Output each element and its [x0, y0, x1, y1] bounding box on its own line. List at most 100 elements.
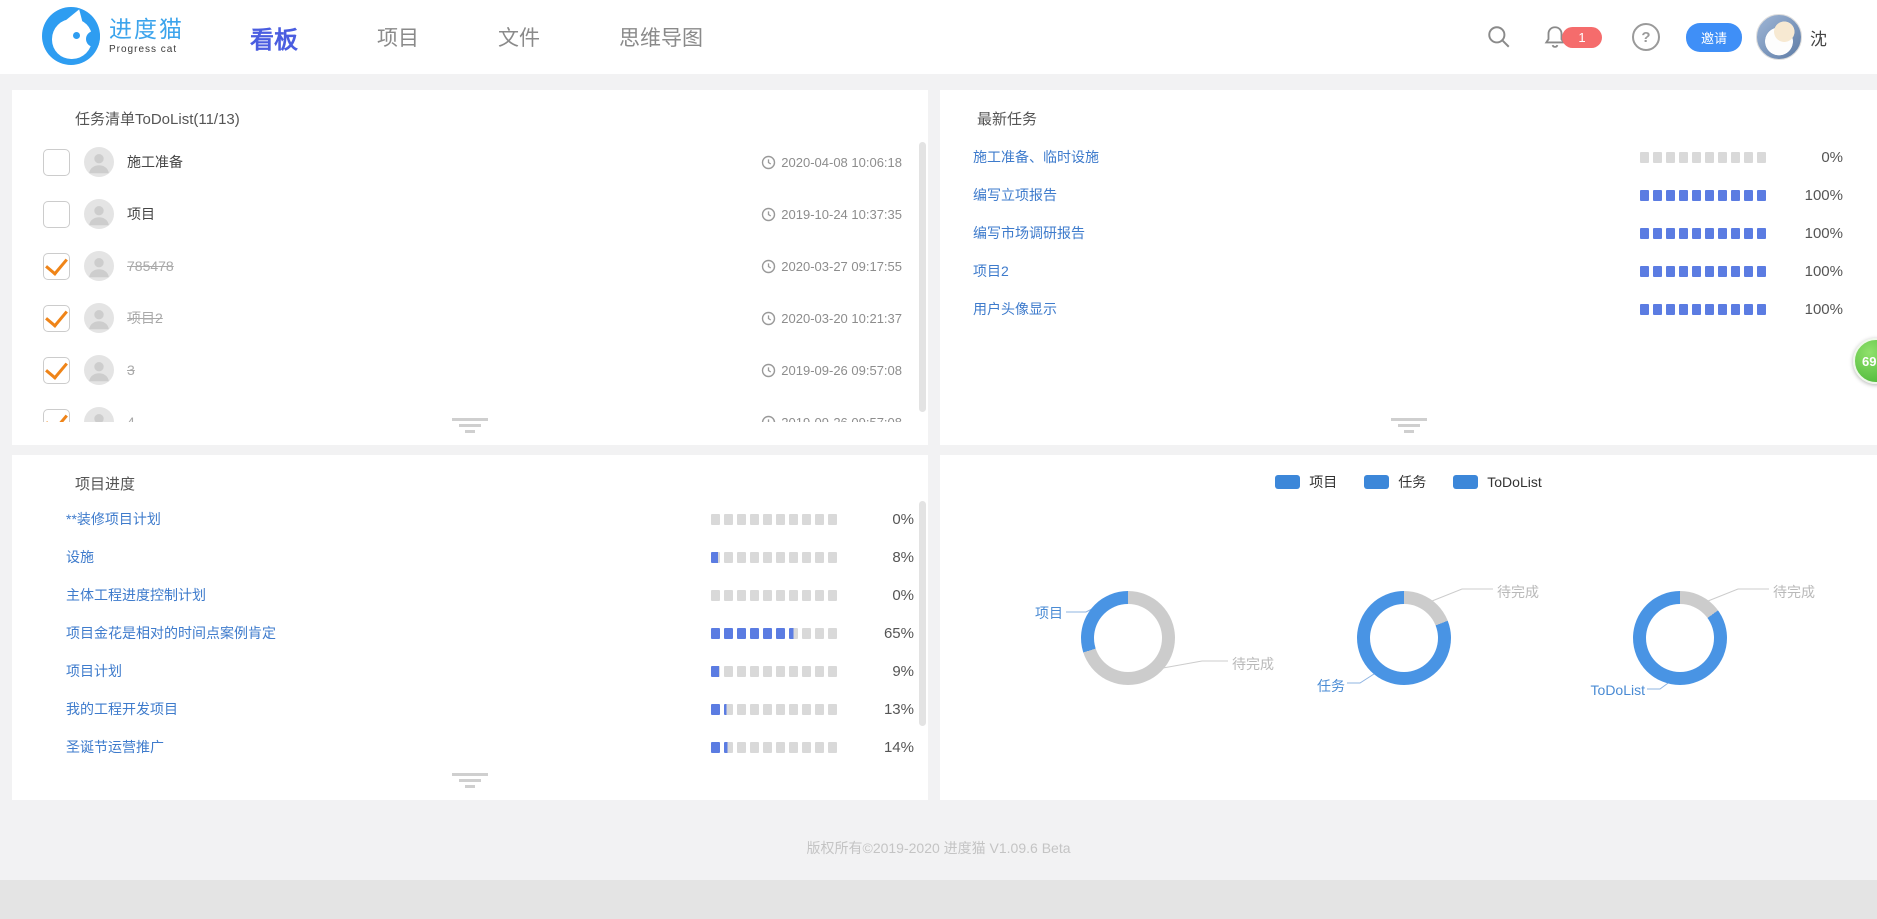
progress-item-link[interactable]: 编写立项报告 — [973, 185, 1057, 205]
check-icon — [45, 252, 68, 276]
legend-item[interactable]: ToDoList — [1453, 472, 1541, 492]
app-logo[interactable]: 进度猫 Progress cat — [42, 7, 184, 65]
nav-tab-board[interactable]: 看板 — [250, 20, 298, 55]
latest-tasks-filter-icon[interactable] — [1391, 418, 1427, 436]
todo-timestamp: 2019-10-24 10:37:35 — [761, 207, 902, 222]
progress-item-link[interactable]: 项目计划 — [66, 661, 122, 681]
progress-item-link[interactable]: 项目2 — [973, 261, 1009, 281]
progress-percent-label: 100% — [1793, 301, 1843, 318]
segmented-progress-bar — [1640, 152, 1766, 163]
todo-task-name[interactable]: 项目 — [127, 204, 155, 224]
progress-item-link[interactable]: 施工准备、临时设施 — [973, 147, 1099, 167]
todo-task-name[interactable]: 785478 — [127, 258, 174, 274]
bottom-strip — [0, 880, 1877, 919]
legend-item[interactable]: 任务 — [1364, 472, 1426, 492]
donut-tasks-series-label: 任务 — [1285, 676, 1345, 696]
project-progress-panel-title: 项目进度 — [75, 473, 135, 494]
segmented-progress-bar — [711, 704, 837, 715]
project-progress-items: **装修项目计划 0% 设施 8% 主体工程进度控制计划 0% 项目金花是相对的… — [12, 500, 928, 776]
todolist-filter-icon[interactable] — [452, 418, 488, 436]
cat-logo-icon — [42, 7, 100, 65]
todo-time-text: 2019-09-26 09:57:08 — [781, 363, 902, 378]
progress-percent-label: 65% — [864, 625, 914, 642]
progress-percent-label: 0% — [864, 587, 914, 604]
segmented-progress-bar — [1640, 304, 1766, 315]
legend-item[interactable]: 项目 — [1275, 472, 1337, 492]
progress-row: 编写市场调研报告 100% — [940, 214, 1877, 252]
avatar-placeholder-icon — [84, 199, 114, 229]
todolist-scrollbar[interactable] — [919, 142, 926, 412]
progress-item-link[interactable]: 主体工程进度控制计划 — [66, 585, 206, 605]
donut-chart-tasks — [1357, 591, 1451, 685]
todo-task-name[interactable]: 项目2 — [127, 308, 163, 328]
progress-percent-label: 100% — [1793, 187, 1843, 204]
progress-percent-label: 0% — [864, 511, 914, 528]
project-progress-scrollbar[interactable] — [919, 501, 926, 726]
progress-item-link[interactable]: 圣诞节运营推广 — [66, 737, 164, 757]
todo-checkbox[interactable] — [43, 409, 70, 423]
donut-chart-todolist — [1633, 591, 1727, 685]
app-root: 进度猫 Progress cat 看板 项目 文件 思维导图 1 ? 邀请 沈 … — [0, 0, 1877, 919]
latest-tasks-panel: 最新任务 施工准备、临时设施 0% 编写立项报告 100% 编写市场调研报告 1… — [940, 90, 1877, 445]
segmented-progress-bar — [711, 552, 837, 563]
project-progress-panel: 项目进度 **装修项目计划 0% 设施 8% 主体工程进度控制计划 0% 项目金… — [12, 455, 928, 800]
search-icon[interactable] — [1486, 24, 1512, 50]
todo-checkbox[interactable] — [43, 253, 70, 280]
todo-row: 785478 2020-03-27 09:17:55 — [12, 240, 928, 292]
todo-timestamp: 2019-09-26 09:57:08 — [761, 363, 902, 378]
avatar-placeholder-icon — [84, 407, 114, 422]
todo-timestamp: 2020-03-27 09:17:55 — [761, 259, 902, 274]
progress-item-link[interactable]: 设施 — [66, 547, 94, 567]
todo-time-text: 2019-09-26 09:57:08 — [781, 415, 902, 423]
progress-percent-label: 100% — [1793, 225, 1843, 242]
segmented-progress-bar — [1640, 266, 1766, 277]
todo-checkbox[interactable] — [43, 305, 70, 332]
todo-time-text: 2020-03-27 09:17:55 — [781, 259, 902, 274]
notification-count-badge: 1 — [1562, 27, 1602, 48]
clock-icon — [761, 363, 776, 378]
todo-checkbox[interactable] — [43, 201, 70, 228]
progress-row: 主体工程进度控制计划 0% — [12, 576, 928, 614]
nav-tab-mindmap[interactable]: 思维导图 — [619, 22, 703, 52]
segmented-progress-bar — [1640, 190, 1766, 201]
invite-button[interactable]: 邀请 — [1686, 23, 1742, 52]
progress-percent-label: 8% — [864, 549, 914, 566]
check-icon — [45, 356, 68, 380]
clock-icon — [761, 155, 776, 170]
progress-row: 圣诞节运营推广 14% — [12, 728, 928, 766]
progress-row: 项目2 100% — [940, 252, 1877, 290]
todo-task-name[interactable]: 施工准备 — [127, 152, 183, 172]
logo-subtitle: Progress cat — [109, 44, 184, 55]
todolist-panel-title: 任务清单ToDoList(11/13) — [75, 108, 240, 129]
progress-item-link[interactable]: 编写市场调研报告 — [973, 223, 1085, 243]
nav-tab-files[interactable]: 文件 — [498, 22, 540, 52]
nav-tab-projects[interactable]: 项目 — [377, 22, 419, 52]
legend-label: 任务 — [1398, 472, 1426, 492]
latest-tasks-items: 施工准备、临时设施 0% 编写立项报告 100% 编写市场调研报告 100% 项… — [940, 138, 1877, 398]
footer-copyright: 版权所有©2019-2020 进度猫 V1.09.6 Beta — [0, 838, 1877, 858]
todo-task-name[interactable]: 4 — [127, 414, 135, 422]
todo-checkbox[interactable] — [43, 357, 70, 384]
progress-percent-label: 0% — [1793, 149, 1843, 166]
segmented-progress-bar — [711, 514, 837, 525]
todo-task-name[interactable]: 3 — [127, 362, 135, 378]
progress-item-link[interactable]: **装修项目计划 — [66, 509, 161, 529]
segmented-progress-bar — [711, 590, 837, 601]
segmented-progress-bar — [1640, 228, 1766, 239]
progress-item-link[interactable]: 项目金花是相对的时间点案例肯定 — [66, 623, 276, 643]
user-avatar[interactable] — [1756, 14, 1802, 60]
progress-percent-label: 100% — [1793, 263, 1843, 280]
progress-item-link[interactable]: 我的工程开发项目 — [66, 699, 178, 719]
todo-checkbox[interactable] — [43, 149, 70, 176]
main-nav: 看板 项目 文件 思维导图 — [250, 0, 703, 74]
progress-percent-label: 13% — [864, 701, 914, 718]
todo-row: 项目 2019-10-24 10:37:35 — [12, 188, 928, 240]
segmented-progress-bar — [711, 628, 837, 639]
todo-timestamp: 2019-09-26 09:57:08 — [761, 415, 902, 423]
progress-row: 用户头像显示 100% — [940, 290, 1877, 328]
legend-swatch-icon — [1453, 475, 1478, 489]
help-icon[interactable]: ? — [1632, 23, 1660, 51]
chart-legend: 项目 任务 ToDoList — [940, 472, 1877, 492]
project-progress-filter-icon[interactable] — [452, 773, 488, 791]
progress-item-link[interactable]: 用户头像显示 — [973, 299, 1057, 319]
